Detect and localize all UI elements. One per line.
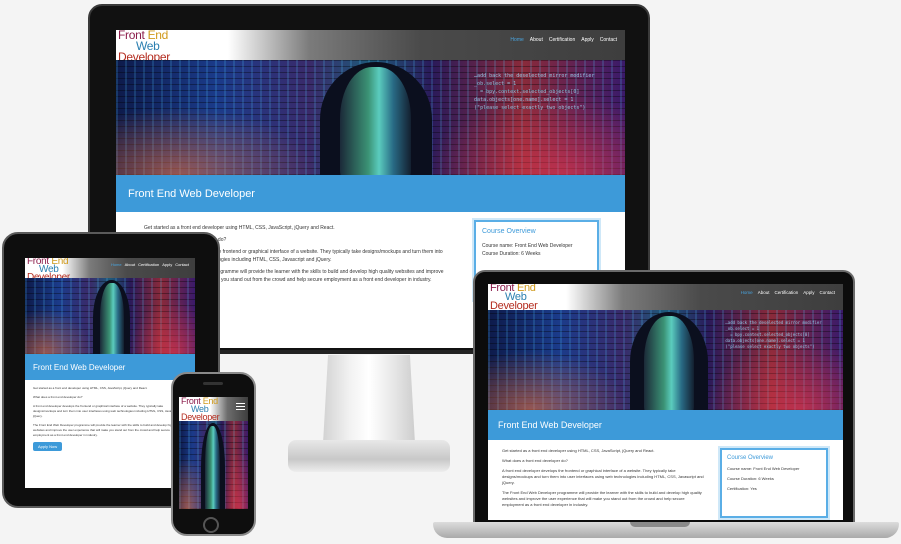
- hero-code-overlay: …add back the deselected mirror modifier…: [725, 320, 822, 349]
- nav-home[interactable]: Home: [741, 290, 753, 295]
- page-banner: Front End Web Developer: [25, 354, 195, 380]
- course-overview-box: Course Overview Course name: Front End W…: [720, 448, 828, 518]
- site-nav: Home About Certification Apply Contact: [741, 290, 835, 295]
- laptop-notch: [630, 522, 690, 527]
- overview-title: Course Overview: [727, 455, 774, 461]
- paragraph-2: The Front End Web Developer programme wi…: [502, 490, 702, 507]
- paragraph-1: A front end developer develops the front…: [502, 468, 704, 485]
- nav-about[interactable]: About: [530, 37, 543, 43]
- nav-apply[interactable]: Apply: [803, 290, 814, 295]
- nav-home[interactable]: Home: [111, 262, 122, 267]
- nav-certification[interactable]: Certification: [774, 290, 798, 295]
- site-logo[interactable]: Front End Web Developer: [118, 30, 170, 63]
- tablet-site: Front End Web Developer Home About Certi…: [25, 258, 195, 488]
- overview-item: Certification: Yes: [727, 486, 757, 491]
- paragraph-2: The Front End Web Developer programme wi…: [33, 423, 183, 437]
- paragraph-1: A front end developer develops the front…: [33, 404, 185, 418]
- nav-contact[interactable]: Contact: [600, 37, 617, 43]
- site-logo[interactable]: Front End Web Developer: [181, 397, 220, 422]
- page-content: Get started as a front end developer usi…: [488, 440, 713, 508]
- intro-text: Get started as a front end developer usi…: [144, 225, 335, 231]
- apply-button[interactable]: Apply Now: [33, 442, 63, 451]
- imac-stand-base: [288, 440, 450, 472]
- site-header: Front End Web Developer Home About Certi…: [488, 284, 843, 312]
- hero-image: [25, 278, 195, 354]
- site-logo[interactable]: Front End Web Developer: [490, 284, 538, 312]
- nav-contact[interactable]: Contact: [175, 262, 189, 267]
- hero-image: …add back the deselected mirror modifier…: [488, 310, 843, 410]
- hero-image: [179, 421, 248, 509]
- hero-image: …add back the deselected mirror modifier…: [116, 60, 625, 175]
- site-nav: Home About Certification Apply Contact: [510, 37, 617, 43]
- nav-certification[interactable]: Certification: [138, 262, 159, 267]
- phone-speaker: [203, 382, 223, 385]
- intro-text: Get started as a front end developer usi…: [33, 386, 148, 390]
- site-header: Front End Web Developer Home About Certi…: [25, 258, 195, 283]
- nav-apply[interactable]: Apply: [162, 262, 172, 267]
- overview-item: Course Duration: 6 Weeks: [727, 476, 774, 481]
- phone-site: Front End Web Developer: [179, 397, 248, 509]
- site-nav: Home About Certification Apply Contact: [111, 262, 189, 267]
- intro-text: Get started as a front end developer usi…: [502, 448, 655, 453]
- nav-about[interactable]: About: [758, 290, 770, 295]
- question-heading: What does a front end developer do?: [502, 458, 568, 463]
- nav-about[interactable]: About: [125, 262, 135, 267]
- nav-certification[interactable]: Certification: [549, 37, 575, 43]
- overview-item: Course name: Front End Web Developer: [727, 466, 800, 471]
- nav-contact[interactable]: Contact: [819, 290, 835, 295]
- page-content: Get started as a front end developer usi…: [25, 380, 195, 457]
- laptop-site: Front End Web Developer Home About Certi…: [488, 284, 843, 520]
- site-header: Front End Web Developer: [179, 397, 248, 422]
- phone-home-button[interactable]: [203, 517, 219, 533]
- overview-item: Course Duration: 6 Weeks: [482, 251, 541, 257]
- question-heading: What does a front end developer do?: [33, 395, 83, 399]
- site-header: Front End Web Developer Home About Certi…: [116, 30, 625, 63]
- page-banner: Front End Web Developer: [116, 175, 625, 212]
- nav-apply[interactable]: Apply: [581, 37, 594, 43]
- nav-home[interactable]: Home: [510, 37, 523, 43]
- menu-icon[interactable]: [236, 403, 245, 410]
- hero-code-overlay: …add back the deselected mirror modifier…: [474, 72, 595, 111]
- imac-stand: [322, 355, 416, 445]
- page-banner: Front End Web Developer: [488, 410, 843, 440]
- overview-item: Course name: Front End Web Developer: [482, 243, 573, 249]
- overview-title: Course Overview: [482, 228, 536, 235]
